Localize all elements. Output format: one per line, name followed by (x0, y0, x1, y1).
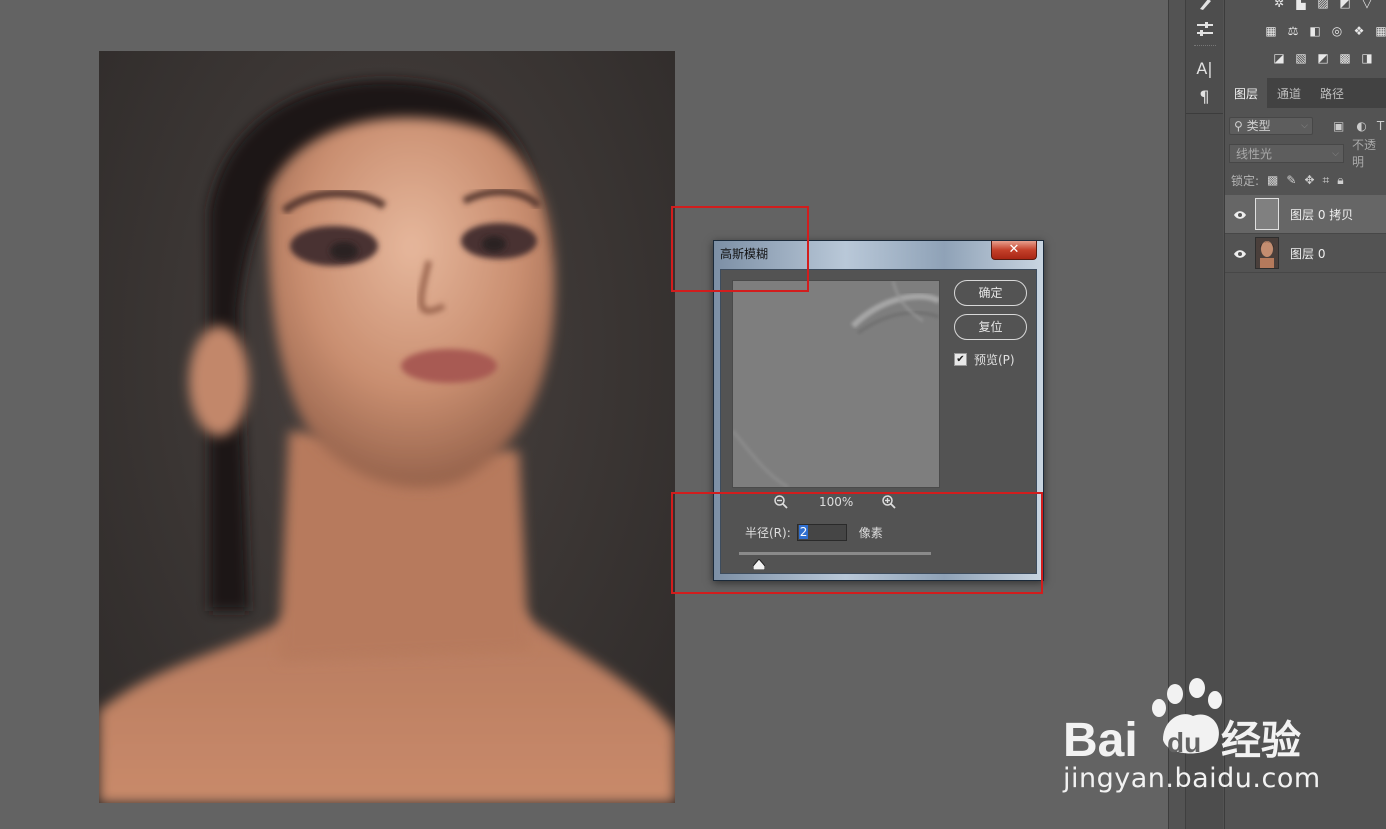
preview-checkbox[interactable]: ✔ (954, 352, 967, 366)
levels-icon[interactable]: ▙ (1293, 0, 1309, 10)
visibility-eye-icon[interactable] (1225, 205, 1255, 224)
layer-filter-select[interactable]: ⚲ 类型 ⌵ (1229, 116, 1313, 135)
exposure-icon[interactable]: ◩ (1337, 0, 1353, 10)
close-button[interactable]: ✕ (991, 241, 1037, 260)
invert-icon[interactable]: ◪ (1271, 51, 1287, 65)
tab-channels[interactable]: 通道 (1267, 78, 1311, 108)
annotation-box-radius (671, 492, 1043, 594)
tab-layers[interactable]: 图层 (1225, 78, 1267, 108)
curves-icon[interactable]: ▨ (1315, 0, 1331, 10)
baidu-jingyan-watermark-logo: Bai du 经验 (1063, 678, 1313, 767)
search-icon: ⚲ (1234, 118, 1243, 133)
preview-pane[interactable] (732, 280, 940, 488)
lock-all-icon[interactable]: 🔒︎ (1337, 173, 1343, 188)
canvas-photo (99, 51, 675, 803)
layer-name[interactable]: 图层 0 拷贝 (1290, 206, 1353, 223)
photo-filter-icon[interactable]: ◎ (1329, 24, 1345, 38)
color-lookup-icon[interactable]: ▦ (1373, 24, 1386, 38)
chevron-down-icon: ⌵ (1332, 148, 1339, 159)
lock-transparent-icon[interactable]: ▩ (1267, 173, 1278, 187)
adjustments-row-1: ✲ ▙ ▨ ◩ ▽ (1271, 0, 1375, 10)
hue-saturation-icon[interactable]: ▦ (1263, 24, 1279, 38)
posterize-icon[interactable]: ▧ (1293, 51, 1309, 65)
lock-position-icon[interactable]: ✥ (1304, 173, 1314, 187)
brush-settings-icon[interactable] (1186, 0, 1223, 15)
lock-row: 锁定: ▩ ✎ ✥ ⌗ 🔒︎ (1231, 171, 1344, 189)
selective-color-icon[interactable]: ◨ (1359, 51, 1375, 65)
adjustments-panel: ✲ ▙ ▨ ◩ ▽ ▦ ⚖ ◧ ◎ ❖ ▦ ◪ ▧ ◩ ▩ ◨ (1224, 0, 1386, 78)
paragraph-icon[interactable]: ¶ (1186, 87, 1223, 106)
layer-filter-label: 类型 (1246, 118, 1271, 133)
brightness-icon[interactable]: ✲ (1271, 0, 1287, 10)
layer-filter-row: ⚲ 类型 ⌵ ▣ ◐ T (1229, 116, 1384, 135)
panel-tabs: 图层 通道 路径 (1225, 78, 1386, 108)
image-filter-icon[interactable]: ▣ (1333, 119, 1344, 133)
adjustments-row-2: ▦ ⚖ ◧ ◎ ❖ ▦ (1263, 24, 1386, 38)
layer-row[interactable]: 图层 0 拷贝 (1225, 195, 1386, 234)
layer-row[interactable]: 图层 0 (1225, 234, 1386, 273)
ok-button[interactable]: 确定 (954, 280, 1027, 306)
type-filter-icon[interactable]: T (1377, 119, 1384, 133)
blend-mode-select[interactable]: 线性光 ⌵ (1229, 143, 1344, 163)
visibility-eye-icon[interactable] (1225, 244, 1255, 263)
lock-pixels-icon[interactable]: ✎ (1286, 173, 1296, 187)
gradient-map-icon[interactable]: ▩ (1337, 51, 1353, 65)
preview-label: 预览(P) (974, 352, 1015, 367)
color-balance-icon[interactable]: ⚖ (1285, 24, 1301, 38)
opacity-label[interactable]: 不透明 (1352, 136, 1386, 170)
character-icon[interactable]: A| (1186, 59, 1223, 78)
svg-text:Bai: Bai (1063, 714, 1138, 763)
adjustments-row-3: ◪ ▧ ◩ ▩ ◨ (1271, 51, 1375, 65)
channel-mixer-icon[interactable]: ❖ (1351, 24, 1367, 38)
black-white-icon[interactable]: ◧ (1307, 24, 1323, 38)
lock-label: 锁定: (1231, 173, 1260, 188)
panel-divider (1186, 113, 1223, 114)
blend-mode-value: 线性光 (1236, 146, 1273, 161)
panel-divider (1194, 45, 1216, 50)
adjustments-icon[interactable] (1186, 20, 1223, 42)
adjustment-filter-icon[interactable]: ◐ (1356, 119, 1366, 133)
tab-paths[interactable]: 路径 (1311, 78, 1353, 108)
preview-checkbox-row[interactable]: ✔ 预览(P) (954, 350, 1015, 368)
threshold-icon[interactable]: ◩ (1315, 51, 1331, 65)
svg-text:du: du (1167, 727, 1201, 758)
svg-text:经验: 经验 (1221, 718, 1301, 763)
lock-artboard-icon[interactable]: ⌗ (1323, 173, 1330, 188)
vibrance-icon[interactable]: ▽ (1359, 0, 1375, 10)
reset-button[interactable]: 复位 (954, 314, 1027, 340)
blend-row: 线性光 ⌵ 不透明 (1229, 138, 1386, 169)
chevron-down-icon: ⌵ (1301, 120, 1308, 131)
layer-thumbnail (1255, 237, 1279, 269)
watermark-url: jingyan.baidu.com (1063, 763, 1321, 794)
annotation-box-title (671, 206, 809, 292)
layer-name[interactable]: 图层 0 (1290, 245, 1325, 262)
layer-thumbnail (1255, 198, 1279, 230)
